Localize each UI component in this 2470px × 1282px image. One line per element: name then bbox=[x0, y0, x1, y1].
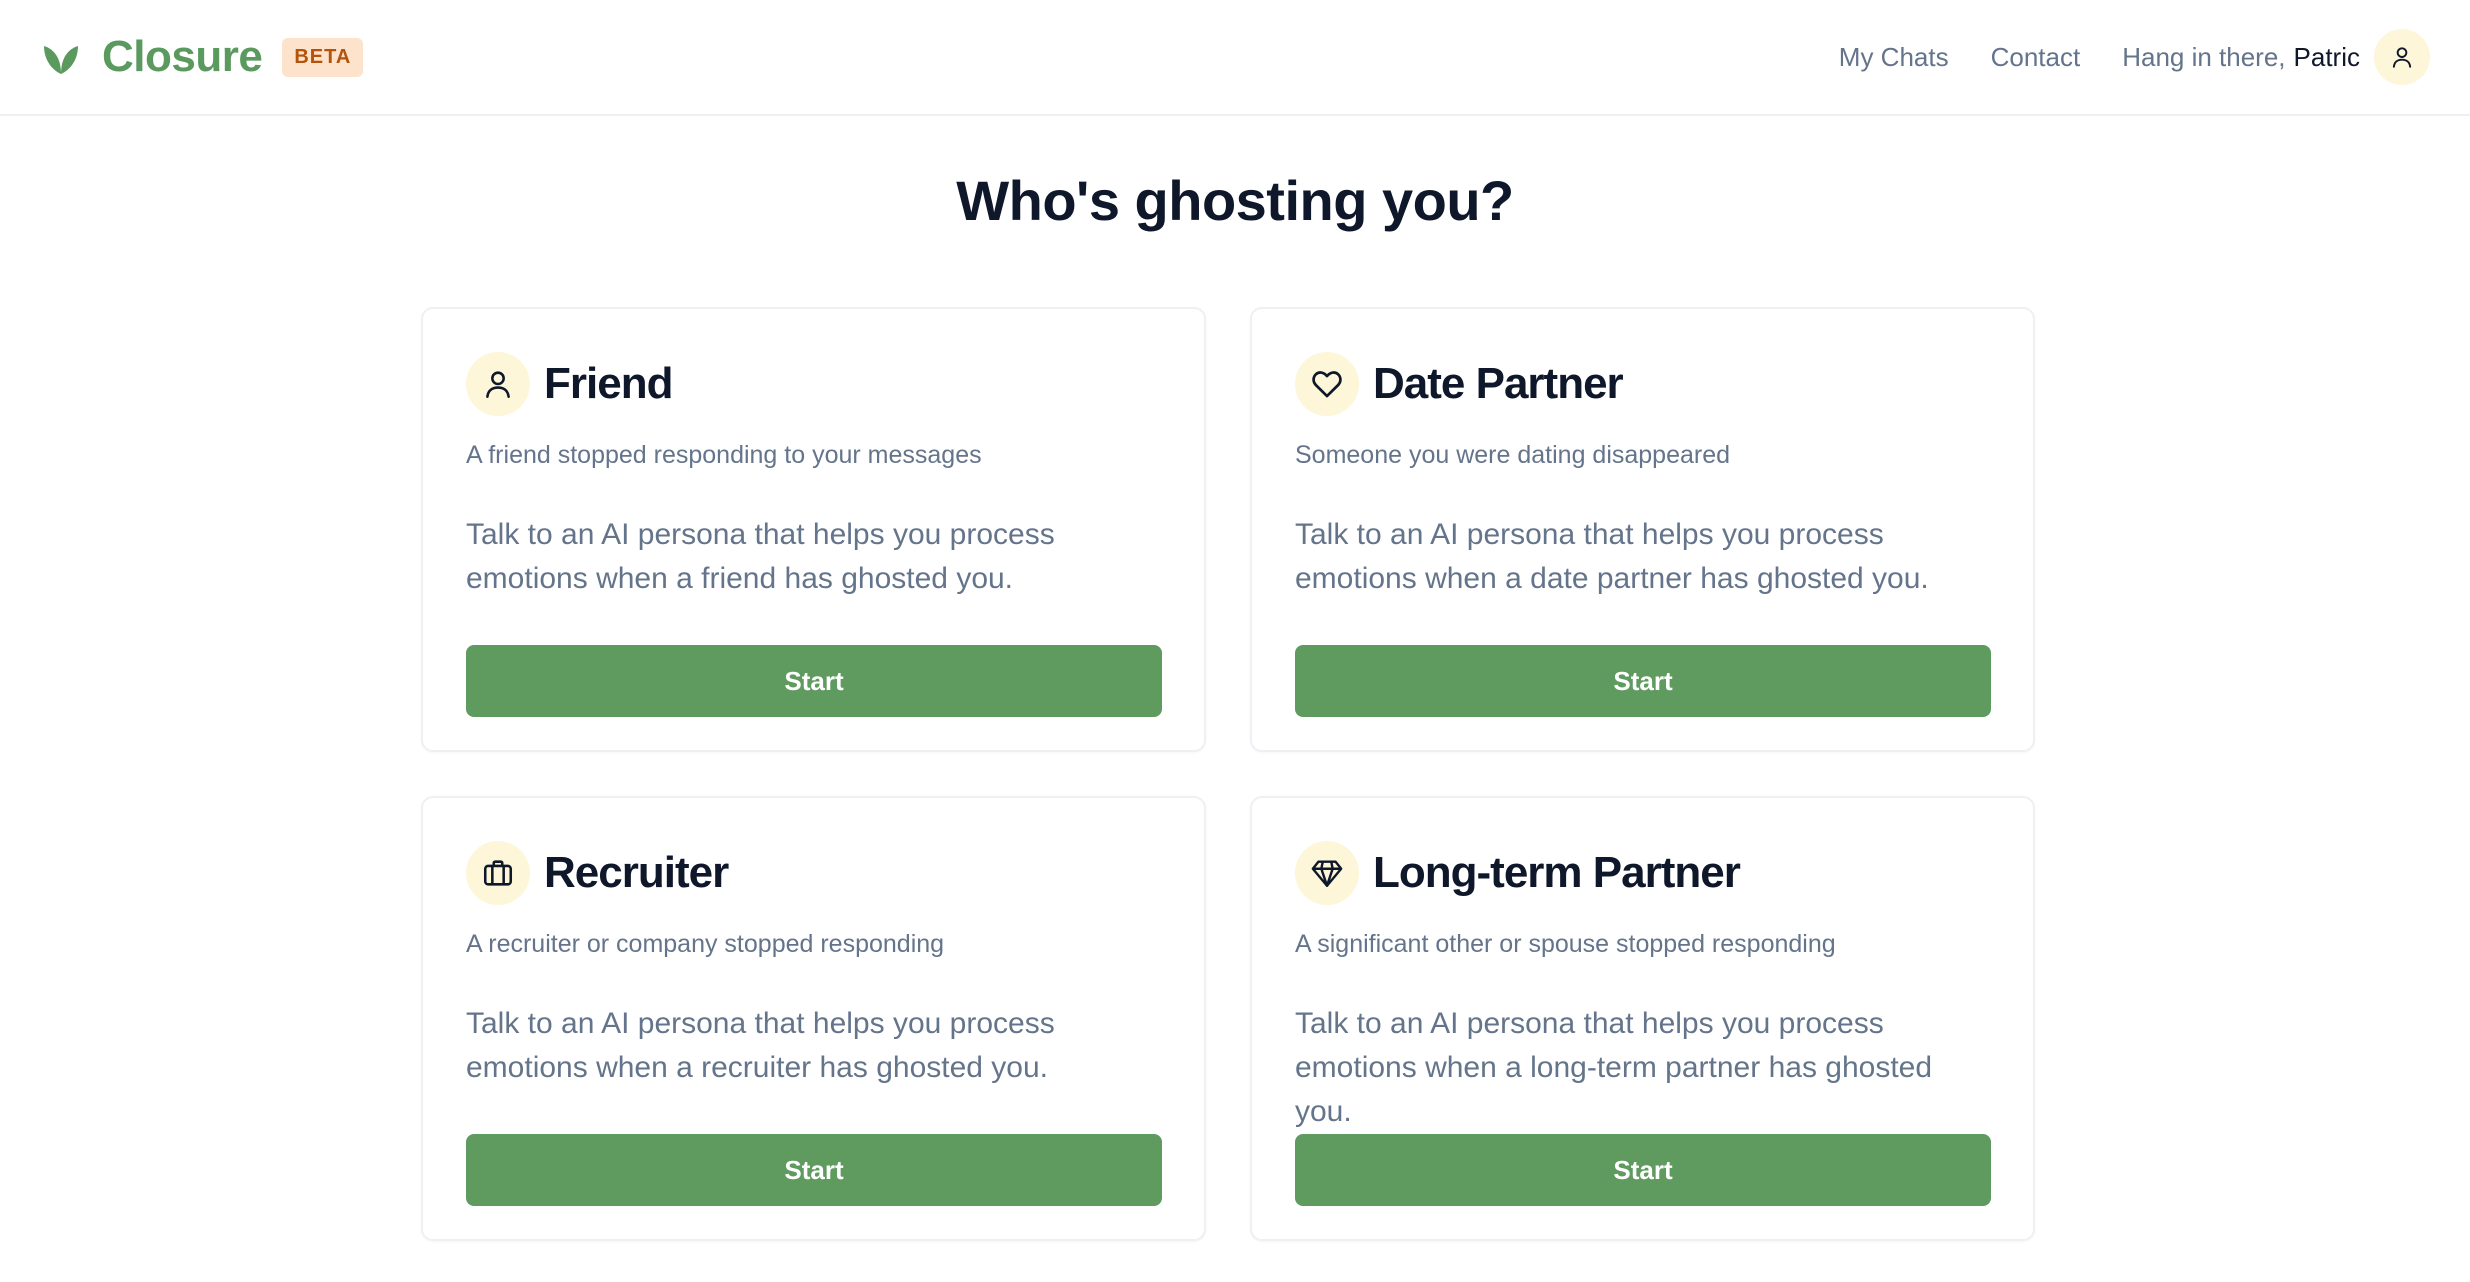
beta-badge: BETA bbox=[282, 37, 364, 77]
greeting-text: Hang in there, bbox=[2122, 41, 2286, 72]
ghoster-type-grid: Friend A friend stopped responding to yo… bbox=[421, 307, 2035, 1241]
top-navbar: Closure BETA My Chats Contact Hang in th… bbox=[0, 0, 2470, 116]
card-description: Talk to an AI persona that helps you pro… bbox=[1295, 1007, 1933, 1128]
diamond-icon bbox=[1295, 841, 1359, 905]
brand[interactable]: Closure BETA bbox=[40, 32, 364, 82]
start-long-term-partner-button[interactable]: Start bbox=[1295, 1134, 1991, 1206]
card-recruiter: Recruiter A recruiter or company stopped… bbox=[421, 796, 1206, 1241]
card-header: Date Partner bbox=[1295, 351, 1990, 417]
start-recruiter-button[interactable]: Start bbox=[466, 1134, 1162, 1206]
brand-name: Closure bbox=[102, 32, 263, 81]
user-greeting: Hang in there, Patric bbox=[2122, 29, 2430, 85]
card-title: Recruiter bbox=[544, 848, 729, 897]
card-title: Friend bbox=[544, 359, 673, 408]
card-subtitle: A friend stopped responding to your mess… bbox=[466, 441, 982, 469]
card-subtitle: A significant other or spouse stopped re… bbox=[1295, 930, 1836, 958]
card-description: Talk to an AI persona that helps you pro… bbox=[1295, 518, 1929, 595]
card-header: Long-term Partner bbox=[1295, 840, 1990, 906]
user-name: Patric bbox=[2293, 41, 2360, 72]
card-subtitle: A recruiter or company stopped respondin… bbox=[466, 930, 945, 958]
start-friend-button[interactable]: Start bbox=[466, 645, 1162, 717]
card-description: Talk to an AI persona that helps you pro… bbox=[466, 1007, 1055, 1084]
card-title: Date Partner bbox=[1373, 359, 1624, 408]
user-icon[interactable] bbox=[2374, 29, 2430, 85]
card-date-partner: Date Partner Someone you were dating dis… bbox=[1250, 307, 2035, 752]
leaf-icon bbox=[40, 36, 82, 78]
page-title: Who's ghosting you? bbox=[956, 169, 1514, 232]
card-header: Friend bbox=[466, 351, 1161, 417]
card-description: Talk to an AI persona that helps you pro… bbox=[466, 518, 1055, 595]
main-nav: My Chats Contact Hang in there, Patric bbox=[1839, 29, 2430, 85]
card-subtitle: Someone you were dating disappeared bbox=[1295, 441, 1731, 469]
heart-icon bbox=[1295, 352, 1359, 416]
user-icon bbox=[466, 352, 530, 416]
nav-my-chats-link[interactable]: My Chats bbox=[1839, 42, 1949, 73]
card-friend: Friend A friend stopped responding to yo… bbox=[421, 307, 1206, 752]
card-title: Long-term Partner bbox=[1373, 848, 1741, 897]
card-long-term-partner: Long-term Partner A significant other or… bbox=[1250, 796, 2035, 1241]
nav-contact-link[interactable]: Contact bbox=[1991, 42, 2081, 73]
card-header: Recruiter bbox=[466, 840, 1161, 906]
briefcase-icon bbox=[466, 841, 530, 905]
start-date-partner-button[interactable]: Start bbox=[1295, 645, 1991, 717]
